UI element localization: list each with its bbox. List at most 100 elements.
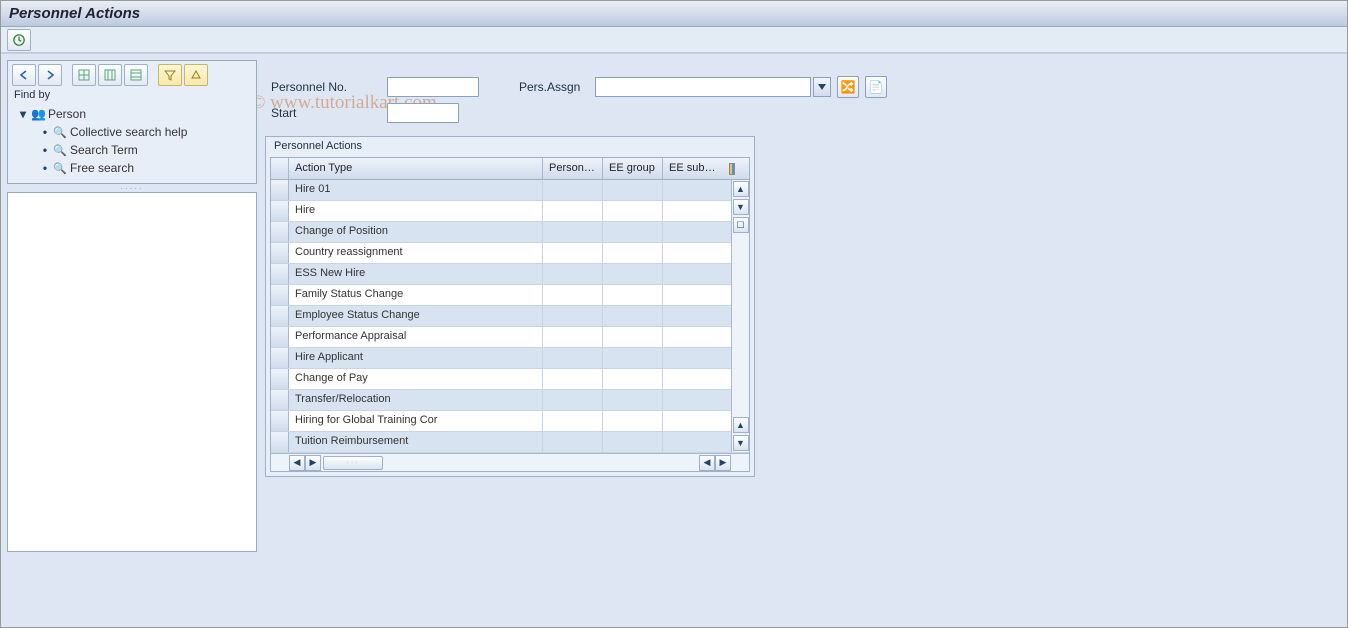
nav-tool-2-button[interactable]	[98, 64, 122, 86]
col-ee-subg[interactable]: EE subg...	[663, 158, 723, 179]
nav-forward-button[interactable]	[38, 64, 62, 86]
cell-ee-group[interactable]	[603, 411, 663, 431]
nav-sort-button[interactable]	[184, 64, 208, 86]
cell-ee-group[interactable]	[603, 327, 663, 347]
pers-assgn-dropdown-button[interactable]	[813, 77, 831, 97]
table-row[interactable]: ESS New Hire	[271, 264, 749, 285]
cell-personnel[interactable]	[543, 264, 603, 284]
cell-ee-group[interactable]	[603, 180, 663, 200]
grid-vscroll[interactable]: ▲ ▼ ☐ ▲ ▼	[731, 180, 749, 452]
row-selector[interactable]	[271, 327, 289, 347]
row-selector[interactable]	[271, 201, 289, 221]
cell-personnel[interactable]	[543, 348, 603, 368]
cell-ee-group[interactable]	[603, 348, 663, 368]
scroll-down-step-button[interactable]: ▼	[733, 199, 749, 215]
cell-ee-subg[interactable]	[663, 264, 723, 284]
expand-toggle-icon[interactable]: ▾	[18, 107, 28, 121]
nav-filter-button[interactable]	[158, 64, 182, 86]
hscroll-thumb[interactable]: ···	[323, 456, 383, 470]
cell-ee-subg[interactable]	[663, 222, 723, 242]
table-row[interactable]: Employee Status Change	[271, 306, 749, 327]
cell-ee-subg[interactable]	[663, 201, 723, 221]
table-row[interactable]: Family Status Change	[271, 285, 749, 306]
cell-ee-subg[interactable]	[663, 243, 723, 263]
cell-ee-subg[interactable]	[663, 348, 723, 368]
nav-back-button[interactable]	[12, 64, 36, 86]
cell-ee-subg[interactable]	[663, 327, 723, 347]
row-selector[interactable]	[271, 180, 289, 200]
row-selector[interactable]	[271, 348, 289, 368]
cell-personnel[interactable]	[543, 327, 603, 347]
cell-ee-subg[interactable]	[663, 432, 723, 452]
cell-personnel[interactable]	[543, 369, 603, 389]
personnel-no-input[interactable]	[387, 77, 479, 97]
cell-personnel[interactable]	[543, 306, 603, 326]
row-selector[interactable]	[271, 264, 289, 284]
table-row[interactable]: Country reassignment	[271, 243, 749, 264]
col-action-type[interactable]: Action Type	[289, 158, 543, 179]
assignment-overview-button[interactable]: 🔀	[837, 76, 859, 98]
tree-node-free-search[interactable]: • Free search	[34, 159, 252, 177]
row-selector[interactable]	[271, 285, 289, 305]
cell-ee-subg[interactable]	[663, 411, 723, 431]
table-row[interactable]: Hiring for Global Training Cor	[271, 411, 749, 432]
split-handle[interactable]: ·····	[7, 184, 257, 192]
col-ee-group[interactable]: EE group	[603, 158, 663, 179]
cell-personnel[interactable]	[543, 432, 603, 452]
cell-ee-group[interactable]	[603, 285, 663, 305]
cell-ee-group[interactable]	[603, 369, 663, 389]
scroll-left-end-button[interactable]: ◀	[699, 455, 715, 471]
cell-ee-group[interactable]	[603, 222, 663, 242]
row-selector[interactable]	[271, 243, 289, 263]
table-row[interactable]: Change of Pay	[271, 369, 749, 390]
col-config-button[interactable]	[723, 158, 741, 179]
row-selector[interactable]	[271, 306, 289, 326]
cell-ee-group[interactable]	[603, 201, 663, 221]
tree-node-collective-search[interactable]: • Collective search help	[34, 123, 252, 141]
nav-tool-3-button[interactable]	[124, 64, 148, 86]
cell-personnel[interactable]	[543, 180, 603, 200]
tree-node-person[interactable]: ▾ Person	[12, 105, 252, 123]
cell-personnel[interactable]	[543, 222, 603, 242]
cell-ee-group[interactable]	[603, 243, 663, 263]
start-input[interactable]	[387, 103, 459, 123]
cell-ee-group[interactable]	[603, 264, 663, 284]
cell-personnel[interactable]	[543, 243, 603, 263]
table-row[interactable]: Hire Applicant	[271, 348, 749, 369]
row-selector[interactable]	[271, 432, 289, 452]
assignment-detail-button[interactable]: 📄	[865, 76, 887, 98]
cell-ee-subg[interactable]	[663, 285, 723, 305]
scroll-up-button[interactable]: ▲	[733, 181, 749, 197]
scroll-up-end-button[interactable]: ▲	[733, 417, 749, 433]
scroll-right-button[interactable]: ▶	[715, 455, 731, 471]
cell-ee-group[interactable]	[603, 390, 663, 410]
row-selector[interactable]	[271, 369, 289, 389]
grid-select-all[interactable]	[271, 158, 289, 179]
cell-ee-subg[interactable]	[663, 369, 723, 389]
cell-personnel[interactable]	[543, 285, 603, 305]
cell-ee-group[interactable]	[603, 432, 663, 452]
tree-node-search-term[interactable]: • Search Term	[34, 141, 252, 159]
row-selector[interactable]	[271, 390, 289, 410]
grid-hscroll[interactable]: ◀ ▶ ··· ◀ ▶	[271, 453, 749, 471]
execute-button[interactable]	[7, 29, 31, 51]
scroll-toggle[interactable]: ☐	[733, 217, 749, 233]
table-row[interactable]: Transfer/Relocation	[271, 390, 749, 411]
cell-personnel[interactable]	[543, 201, 603, 221]
cell-ee-group[interactable]	[603, 306, 663, 326]
scroll-down-button[interactable]: ▼	[733, 435, 749, 451]
row-selector[interactable]	[271, 411, 289, 431]
cell-ee-subg[interactable]	[663, 180, 723, 200]
cell-ee-subg[interactable]	[663, 390, 723, 410]
scroll-left-button[interactable]: ◀	[289, 455, 305, 471]
table-row[interactable]: Hire	[271, 201, 749, 222]
cell-personnel[interactable]	[543, 390, 603, 410]
pers-assgn-combo[interactable]	[595, 77, 831, 97]
row-selector[interactable]	[271, 222, 289, 242]
scroll-right-step-button[interactable]: ▶	[305, 455, 321, 471]
pers-assgn-input[interactable]	[595, 77, 811, 97]
table-row[interactable]: Hire 01	[271, 180, 749, 201]
cell-ee-subg[interactable]	[663, 306, 723, 326]
table-row[interactable]: Performance Appraisal	[271, 327, 749, 348]
nav-tool-1-button[interactable]	[72, 64, 96, 86]
